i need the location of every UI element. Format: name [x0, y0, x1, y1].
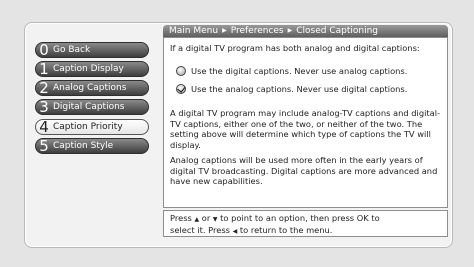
help-to-point: to point to an option, then press OK to	[220, 213, 380, 223]
triangle-up-icon: ▲	[194, 216, 200, 223]
breadcrumb-closed-captioning: Closed Captioning	[296, 26, 379, 36]
help-panel: Press ▲ or ▼ to point to an option, then…	[163, 210, 448, 237]
menu-item-caption-display[interactable]: 1 Caption Display	[35, 61, 149, 77]
menu-item-caption-style[interactable]: 5 Caption Style	[35, 138, 149, 154]
triangle-right-icon: ▶	[287, 27, 293, 34]
menu-item-analog-captions[interactable]: 2 Analog Captions	[35, 80, 149, 96]
triangle-left-icon: ◀	[232, 228, 238, 235]
explanation-paragraph-2: Analog captions will be used more often …	[170, 155, 438, 186]
menu-item-go-back[interactable]: 0 Go Back	[35, 42, 149, 58]
help-select-it: select it. Press	[170, 225, 230, 235]
triangle-right-icon: ▶	[222, 27, 227, 34]
menu-item-caption-priority[interactable]: 4 Caption Priority	[35, 119, 149, 135]
menu-item-number: 4	[39, 118, 49, 136]
radio-icon[interactable]	[176, 66, 186, 77]
menu-item-label: Digital Captions	[53, 102, 125, 112]
menu-item-label: Go Back	[53, 45, 91, 55]
explanation-paragraph-1: A digital TV program may include analog-…	[170, 108, 441, 150]
option-label: Use the analog captions. Never use digit…	[191, 84, 408, 94]
question-text: If a digital TV program has both analog …	[170, 43, 420, 53]
menu-item-label: Caption Priority	[53, 122, 123, 132]
menu-item-label: Caption Display	[53, 64, 124, 74]
help-to-return: to return to the menu.	[239, 225, 333, 235]
menu-item-label: Caption Style	[53, 141, 114, 151]
menu-item-label: Analog Captions	[53, 83, 127, 93]
help-or: or	[201, 213, 211, 223]
menu-item-number: 5	[39, 137, 49, 155]
breadcrumb-main-menu: Main Menu	[169, 26, 219, 36]
menu-item-digital-captions[interactable]: 3 Digital Captions	[35, 99, 149, 115]
option-digital-captions[interactable]: Use the digital captions. Never use anal…	[176, 66, 407, 77]
radio-checked-icon[interactable]	[176, 84, 186, 95]
content-panel: If a digital TV program has both analog …	[163, 37, 448, 208]
menu-item-number: 3	[39, 98, 49, 116]
option-analog-captions[interactable]: Use the analog captions. Never use digit…	[176, 84, 407, 95]
breadcrumb-preferences: Preferences	[230, 26, 284, 36]
breadcrumb: Main Menu ▶ Preferences ▶ Closed Captioning	[163, 25, 448, 37]
option-label: Use the digital captions. Never use anal…	[191, 66, 408, 76]
triangle-down-icon: ▼	[212, 216, 218, 223]
menu-item-number: 2	[39, 79, 49, 97]
menu-item-number: 0	[39, 41, 49, 59]
help-press: Press	[170, 213, 192, 223]
menu-item-number: 1	[39, 60, 49, 78]
